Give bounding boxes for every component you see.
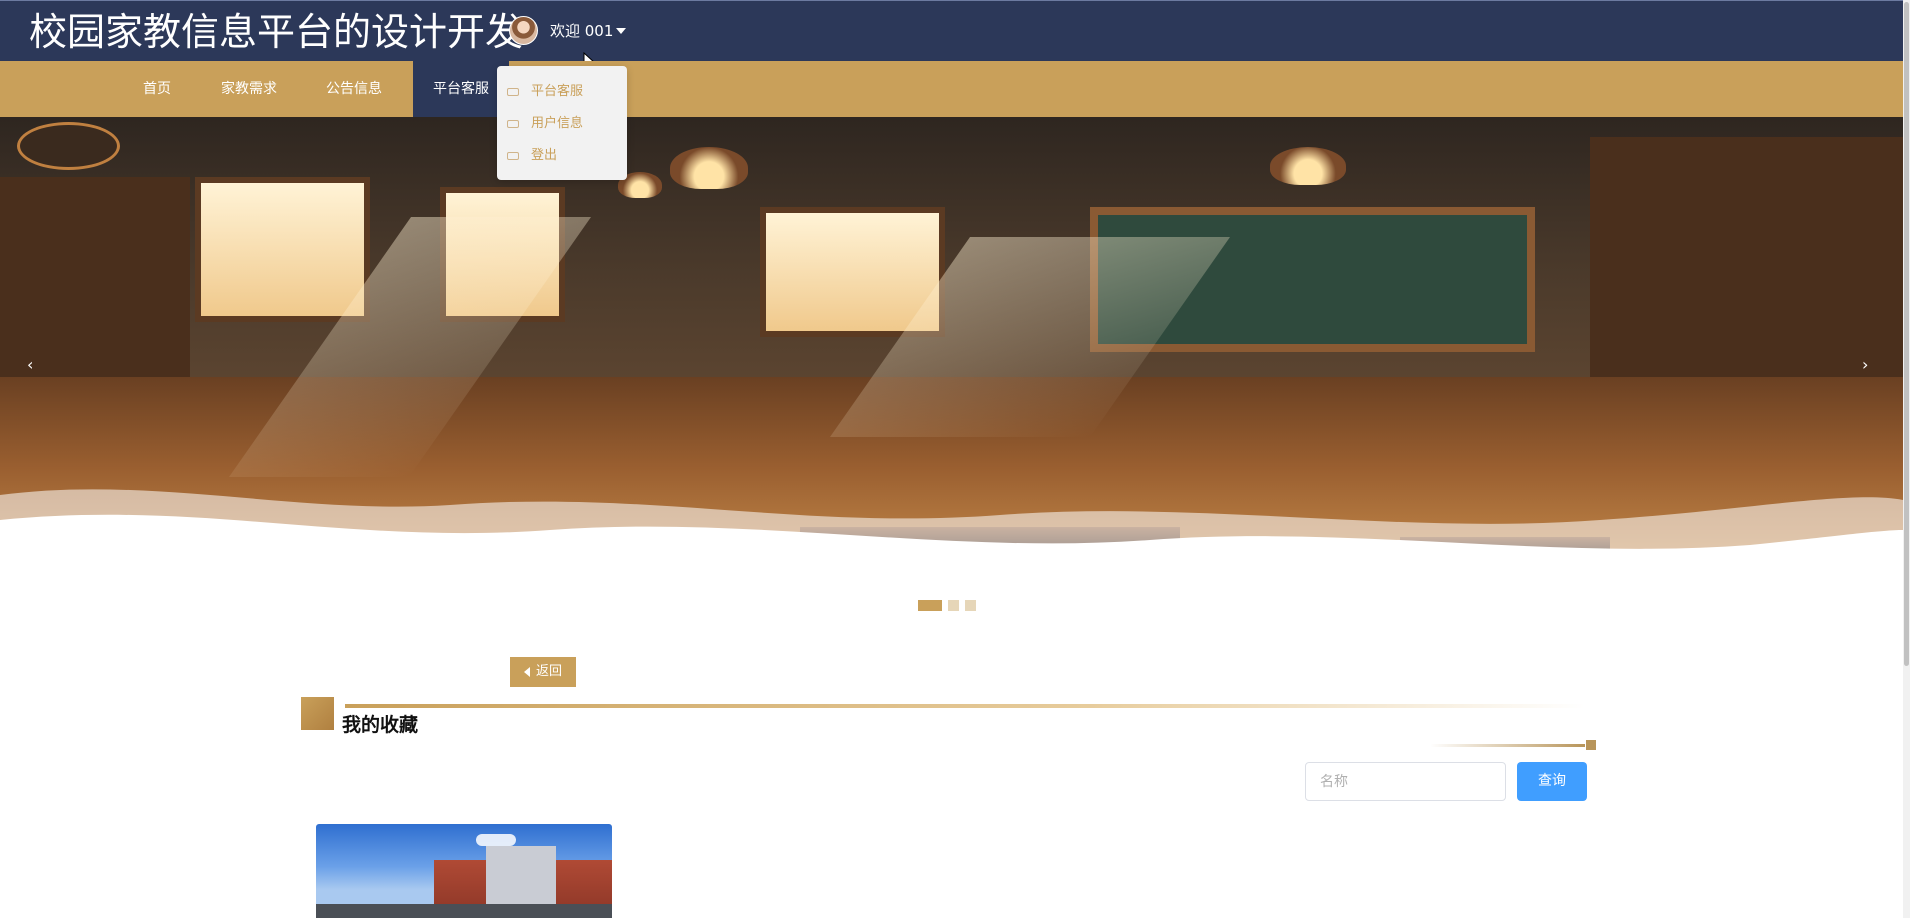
truck-icon — [507, 88, 519, 96]
menu-item-logout[interactable]: 登出 — [497, 142, 627, 170]
caret-left-icon — [524, 667, 530, 677]
menu-item-label: 登出 — [531, 148, 558, 163]
truck-icon — [507, 120, 519, 128]
user-avatar[interactable] — [509, 16, 538, 45]
menu-item-customer-service[interactable]: 平台客服 — [497, 78, 627, 106]
nav-item-announcements[interactable]: 公告信息 — [310, 61, 398, 117]
page-scrollbar[interactable] — [1903, 0, 1910, 918]
section-divider — [345, 704, 1585, 708]
section-marker-small — [1586, 740, 1596, 750]
carousel-next-icon[interactable]: › — [1862, 355, 1868, 374]
scrollbar-thumb[interactable] — [1904, 2, 1909, 666]
section-divider — [1430, 744, 1585, 747]
carousel-prev-icon[interactable]: ‹ — [27, 355, 33, 374]
caret-down-icon[interactable] — [616, 28, 626, 34]
user-dropdown-menu: 平台客服 用户信息 登出 — [497, 66, 627, 180]
wall-clock — [17, 122, 120, 170]
carousel-dot[interactable] — [965, 600, 976, 611]
banner-carousel[interactable]: ‹ › — [0, 117, 1903, 605]
main-nav: 首页 家教需求 公告信息 平台客服 — [0, 61, 1903, 117]
menu-item-label: 平台客服 — [531, 84, 584, 99]
search-button[interactable]: 查询 — [1517, 762, 1587, 801]
favorite-card-image[interactable] — [316, 824, 612, 918]
welcome-user-label[interactable]: 欢迎 001 — [550, 22, 613, 40]
menu-item-user-info[interactable]: 用户信息 — [497, 110, 627, 138]
nav-item-tutoring-demand[interactable]: 家教需求 — [205, 61, 293, 117]
back-button-label: 返回 — [536, 664, 563, 679]
back-button[interactable]: 返回 — [510, 657, 576, 687]
carousel-dot[interactable] — [918, 600, 942, 611]
section-title: 我的收藏 — [342, 714, 419, 736]
top-header: 校园家教信息平台的设计开发 欢迎 001 — [0, 0, 1903, 61]
name-search-input[interactable] — [1305, 762, 1506, 801]
menu-item-label: 用户信息 — [531, 116, 584, 131]
nav-item-home[interactable]: 首页 — [121, 61, 193, 117]
section-marker — [301, 697, 334, 730]
nav-item-customer-service[interactable]: 平台客服 — [413, 61, 509, 117]
banner-wave — [0, 489, 1903, 605]
truck-icon — [507, 152, 519, 160]
carousel-dot[interactable] — [948, 600, 959, 611]
site-title: 校园家教信息平台的设计开发 — [29, 10, 524, 54]
